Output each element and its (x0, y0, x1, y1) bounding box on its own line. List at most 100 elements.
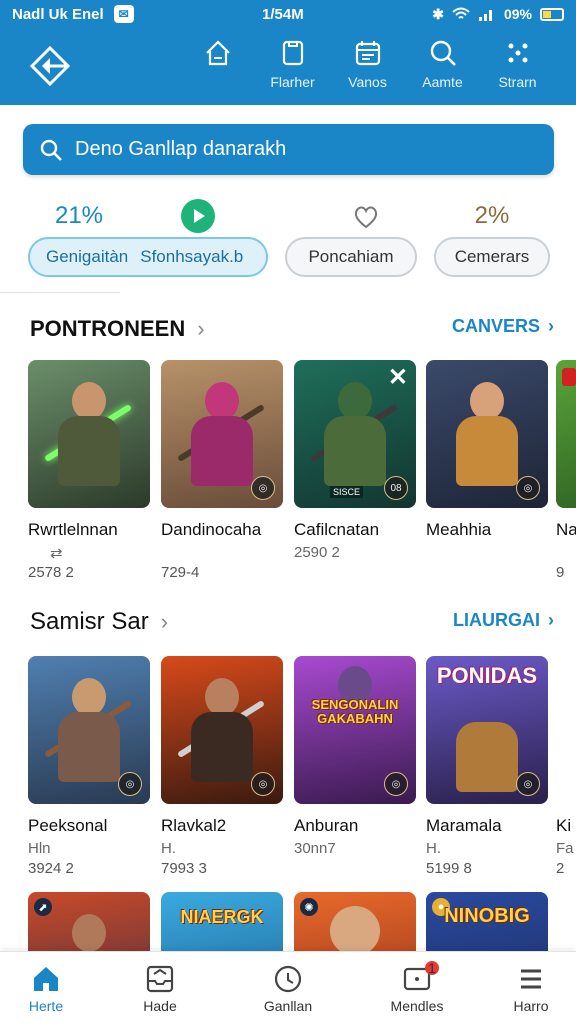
search-placeholder: Deno Ganllap danarakh (75, 138, 287, 160)
app-action-vanos[interactable]: Vanos (330, 38, 405, 98)
carrier: Nadl Uk Enel ✉ (12, 5, 134, 23)
card-title: Maramala (426, 816, 502, 835)
badge-icon: ◎ (118, 772, 142, 796)
card-sub: Fa (556, 840, 574, 857)
section-link-1[interactable]: CANVERS › (452, 316, 554, 337)
nav-herte[interactable]: Herte (6, 964, 86, 1014)
chip-sfonhsayak-label: Sfonhsayak.b (140, 247, 244, 266)
game-card[interactable]: ◎ Peeksonal Hln 3924 2 (28, 656, 150, 877)
character-body (456, 722, 518, 792)
status-indicators: ✱ 09% (432, 6, 564, 23)
game-thumbnail: NIAERGK (161, 892, 283, 952)
inbox-icon (146, 965, 174, 993)
card-meta: 5199 8 (426, 860, 472, 877)
close-icon[interactable]: ✕ (388, 366, 408, 390)
character-head (205, 678, 239, 716)
game-card[interactable]: Rwrtlelnnan ⇄ 2578 2 (28, 360, 150, 581)
card-title: Anburan (294, 816, 359, 835)
search-icon (430, 40, 456, 66)
chip-poncahiam-label: Poncahiam (308, 247, 394, 266)
character-head (72, 914, 106, 952)
chevron-right-icon: › (548, 316, 554, 336)
chip-cemerars-label: Cemerars (454, 247, 530, 266)
character-head (338, 382, 372, 420)
badge-icon: 08 (384, 476, 408, 500)
nav-hade[interactable]: Hade (120, 964, 200, 1014)
nav-mendles[interactable]: 1 Mendles (377, 960, 457, 1014)
search-input[interactable]: Deno Ganllap danarakh (23, 124, 554, 175)
character-head (205, 382, 239, 420)
game-card[interactable]: ⬈ (28, 892, 150, 952)
signal-icon (478, 10, 492, 21)
app-action-strarn[interactable]: Strarn (480, 38, 555, 98)
game-thumbnail (556, 360, 576, 508)
game-card[interactable]: NIAERGK (161, 892, 283, 952)
app-action-aamte[interactable]: Aamte (405, 38, 480, 98)
card-sub: Hln (28, 840, 51, 857)
app-action-vanos-label: Vanos (348, 74, 387, 90)
game-thumbnail: ◎ (161, 656, 283, 804)
badge-icon: ◎ (516, 476, 540, 500)
section-title-1[interactable]: PONTRONEEN › (30, 316, 205, 342)
game-card[interactable]: Ki Fa 2 (556, 656, 576, 877)
nav-harro-label: Harro (513, 998, 549, 1014)
card-sub-icon: ⇄ (50, 545, 63, 562)
nav-ganllan[interactable]: Ganllan (248, 964, 328, 1014)
battery-icon (540, 7, 564, 21)
filter-stat-1: 21% (54, 202, 104, 229)
card-meta: 2590 2 (294, 544, 340, 561)
divider (0, 292, 120, 293)
game-logo-text: SENGONALIN GAKABAHN (311, 697, 399, 726)
app-action-home[interactable] (180, 38, 255, 98)
game-logo-text: PONIDAS (436, 663, 538, 688)
card-meta: 2 (556, 860, 565, 877)
game-thumbnail: ◎ (161, 360, 283, 508)
game-card[interactable]: ✺ (294, 892, 416, 952)
badge-icon: ◎ (251, 476, 275, 500)
section-title-2[interactable]: Samisr Sar › (30, 608, 168, 636)
card-title: Ki (556, 816, 572, 835)
game-thumbnail: ✕ SISCE 08 (294, 360, 416, 508)
badge-icon: ◎ (516, 772, 540, 796)
chip-genigaitan[interactable]: Genigaitàn Sfonhsayak.b (28, 237, 268, 277)
chip-genigaitan-label: Genigaitàn (46, 247, 129, 266)
game-card[interactable]: Na 9 (556, 360, 576, 581)
character-body (456, 416, 518, 486)
character-head (330, 906, 380, 952)
game-card[interactable]: SENGONALIN GAKABAHN ◎ Anburan 30nn7 (294, 656, 416, 858)
game-card[interactable]: PONIDAS ◎ Maramala H. 5199 8 (426, 656, 548, 877)
notification-badge: 1 (425, 960, 439, 976)
game-card[interactable]: ✕ SISCE 08 Cafilcnatan 2590 2 (294, 360, 416, 562)
chip-cemerars[interactable]: Cemerars (434, 237, 550, 277)
game-thumbnail (556, 656, 576, 804)
calendar-icon (355, 41, 380, 66)
play-icon[interactable] (178, 196, 218, 236)
thumbnail-label: SISCE (330, 486, 364, 498)
chip-poncahiam[interactable]: Poncahiam (285, 237, 417, 277)
section-link-2[interactable]: LIAURGAI › (453, 610, 554, 631)
character-body (58, 416, 120, 486)
nav-harro[interactable]: Harro (491, 964, 571, 1014)
game-thumbnail: PONIDAS ◎ (426, 656, 548, 804)
character-body (191, 712, 253, 782)
card-row-1: Rwrtlelnnan ⇄ 2578 2 ◎ Dandinocaha 729-4… (28, 360, 576, 610)
character-body (191, 416, 253, 486)
character-body (58, 712, 120, 782)
card-title: Rwrtlelnnan (28, 520, 118, 539)
game-card[interactable]: ◎ Meahhia (426, 360, 548, 564)
card-title: Peeksonal (28, 816, 108, 835)
nav-mendles-label: Mendles (390, 998, 444, 1014)
heart-icon[interactable] (346, 196, 386, 236)
nav-hade-label: Hade (143, 998, 177, 1014)
game-card[interactable]: ◎ Dandinocaha 729-4 (161, 360, 283, 581)
filter-bar: 21% 2% Genigaitàn Sfonhsayak.b Poncahiam… (0, 196, 576, 296)
app-action-flarher[interactable]: Flarher (255, 38, 330, 98)
clock-icon (274, 965, 302, 993)
logo-icon: ⬈ (34, 898, 52, 916)
game-thumbnail: ⬈ (28, 892, 150, 952)
game-card[interactable]: ● NINOBIG (426, 892, 548, 952)
character-head (470, 382, 504, 420)
app-logo-icon[interactable] (28, 44, 72, 88)
chevron-right-icon: › (548, 610, 554, 630)
game-card[interactable]: ◎ Rlavkal2 H. 7993 3 (161, 656, 283, 877)
